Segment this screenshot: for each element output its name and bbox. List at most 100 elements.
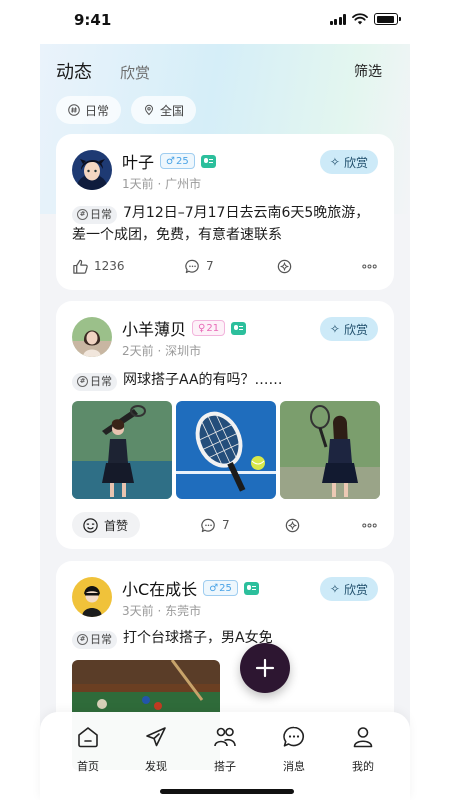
discover-icon (146, 727, 166, 747)
comment-button[interactable]: 7 (200, 513, 230, 537)
topic-tag-label: 日常 (90, 207, 112, 221)
filter-button[interactable]: 筛选 (354, 61, 382, 81)
partners-icon (214, 727, 236, 747)
first-like-face-icon (83, 517, 98, 533)
location-icon (145, 104, 154, 116)
nav-discover[interactable]: 发现 (126, 724, 186, 774)
appreciate-label: 欣赏 (343, 582, 368, 597)
verified-id-icon (243, 581, 259, 595)
publish-button[interactable] (240, 643, 290, 693)
nav-partners[interactable]: 搭子 (195, 724, 255, 774)
nav-profile-label: 我的 (352, 760, 374, 773)
first-like-label: 首赞 (104, 518, 129, 533)
avatar-anime-boy (72, 150, 112, 190)
tab-appreciate[interactable]: 欣赏 (120, 62, 150, 83)
battery-icon (374, 13, 401, 25)
tennis-racket-photo[interactable] (176, 401, 276, 499)
post-card[interactable]: 小羊薄贝 ♀ 21 2天前 · 深圳市 ✧ 欣赏 # 日常 网球搭子AA的有吗？…… (56, 301, 394, 549)
post-actions: 1236 7 (72, 254, 378, 278)
comment-count: 7 (206, 259, 214, 273)
post-card[interactable]: 叶子 ♂ 25 1天前 · 广州市 ✧ 欣赏 # 日常 7月12日–7月17日去云南… (56, 134, 394, 290)
nav-messages[interactable]: 消息 (264, 724, 324, 774)
hash-icon: # (77, 376, 88, 387)
avatar[interactable] (72, 317, 112, 357)
comment-icon (185, 259, 199, 273)
post-content[interactable]: # 日常 打个台球搭子，男A女免 (72, 627, 378, 649)
home-icon (78, 727, 98, 748)
nav-home[interactable]: 首页 (58, 724, 118, 774)
post-content[interactable]: # 日常 7月12日–7月17日去云南6天5晚旅游，差一个成团，免费，有意者速联系 (72, 202, 378, 246)
hash-icon (68, 104, 80, 116)
badge-icon (285, 518, 300, 532)
battery-level (376, 15, 394, 23)
sparkle-icon: ✧ (329, 322, 340, 336)
first-like-button[interactable]: 首赞 (72, 512, 141, 538)
avatar[interactable] (72, 150, 112, 190)
post-text: 打个台球搭子，男A女免 (123, 630, 273, 646)
avatar[interactable] (72, 577, 112, 617)
post-photos (72, 401, 380, 499)
author-row: 叶子 ♂ 25 (122, 149, 216, 173)
comment-button[interactable]: 7 (184, 254, 214, 278)
tennis-player-photo[interactable] (72, 401, 172, 499)
post-actions: 首赞 7 (72, 512, 378, 538)
gender-age-badge: ♀ 21 (192, 320, 226, 336)
appreciate-button[interactable]: ✧ 欣赏 (319, 577, 378, 601)
topic-tag[interactable]: # 日常 (72, 372, 117, 391)
avatar-yellow-photo (72, 577, 112, 617)
tab-moments[interactable]: 动态 (56, 58, 92, 84)
like-button[interactable]: 1236 (72, 254, 125, 278)
age-value: 21 (206, 322, 220, 334)
more-button[interactable] (361, 254, 378, 278)
author-name[interactable]: 叶子 (122, 149, 154, 173)
gender-age-badge: ♂ 25 (160, 153, 195, 169)
badge-icon (277, 259, 292, 273)
topic-tag[interactable]: # 日常 (72, 630, 117, 649)
nav-profile[interactable]: 我的 (333, 724, 393, 774)
author-row: 小C在成长 ♂ 25 (122, 576, 259, 600)
feed-tabs: 动态 欣赏 (56, 58, 150, 84)
nav-partners-label: 搭子 (214, 760, 236, 773)
topic-tag-label: 日常 (90, 632, 112, 646)
nav-home-label: 首页 (77, 760, 99, 773)
chip-nationwide[interactable]: 全国 (131, 96, 197, 124)
age-value: 25 (219, 582, 232, 594)
verified-id-icon (200, 154, 216, 168)
status-icons (329, 13, 401, 25)
female-icon: ♀ (198, 322, 206, 334)
post-meta: 3天前 · 东莞市 (122, 604, 202, 618)
status-time: 9:41 (74, 11, 112, 29)
topic-tag-label: 日常 (90, 374, 112, 388)
bottom-navigation: 首页 发现 搭子 消息 我的 (40, 712, 410, 800)
chip-daily[interactable]: 日常 (56, 96, 122, 124)
tennis-player-photo[interactable] (280, 401, 380, 499)
appreciate-label: 欣赏 (343, 322, 368, 337)
appreciate-count-button[interactable] (284, 513, 301, 537)
plus-icon (255, 658, 275, 678)
wifi-icon (352, 13, 368, 25)
post-content[interactable]: # 日常 网球搭子AA的有吗？…… (72, 369, 378, 391)
appreciate-count-button[interactable] (276, 254, 293, 278)
male-icon: ♂ (209, 582, 219, 594)
chip-daily-label: 日常 (85, 103, 110, 118)
author-name[interactable]: 小羊薄贝 (122, 316, 186, 340)
more-button[interactable] (361, 513, 378, 537)
nav-discover-label: 发现 (145, 760, 167, 773)
comment-icon (201, 518, 215, 532)
profile-icon (353, 727, 373, 748)
appreciate-button[interactable]: ✧ 欣赏 (319, 150, 378, 174)
sparkle-icon: ✧ (329, 155, 340, 169)
topic-tag[interactable]: # 日常 (72, 205, 117, 224)
home-indicator (160, 789, 294, 794)
appreciate-button[interactable]: ✧ 欣赏 (319, 317, 378, 341)
post-meta: 2天前 · 深圳市 (122, 344, 202, 358)
status-bar: 9:41 (40, 0, 410, 44)
verified-id-icon (231, 321, 247, 335)
age-value: 25 (175, 155, 189, 167)
author-name[interactable]: 小C在成长 (122, 576, 197, 600)
more-icon (362, 523, 377, 527)
more-icon (362, 264, 377, 268)
like-count: 1236 (94, 259, 125, 273)
chip-nationwide-label: 全国 (160, 103, 185, 118)
author-row: 小羊薄贝 ♀ 21 (122, 316, 247, 340)
